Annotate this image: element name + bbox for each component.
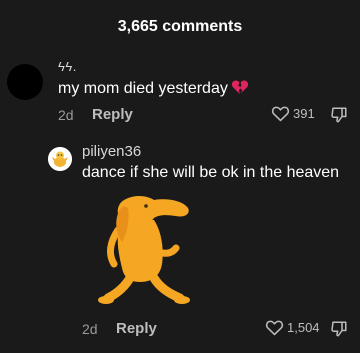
like-count: 391 xyxy=(293,106,315,121)
reply-reply-button[interactable]: Reply xyxy=(116,320,157,337)
heart-outline-icon xyxy=(271,106,290,122)
comment-text-label: my mom died yesterday xyxy=(58,80,228,97)
reply-username[interactable]: piliyen36 xyxy=(82,143,141,160)
comment-time: 2d xyxy=(58,107,74,123)
avatar[interactable] xyxy=(7,64,43,100)
like-button[interactable]: 391 xyxy=(271,105,315,122)
reply-button[interactable]: Reply xyxy=(92,106,133,123)
reply-like-count: 1,504 xyxy=(287,320,320,335)
reply-time: 2d xyxy=(82,321,98,337)
dancing-dog-sticker xyxy=(98,196,190,304)
comment-username[interactable]: ϟϟ. xyxy=(58,59,77,74)
dislike-icon[interactable] xyxy=(330,106,348,124)
reply-like-button[interactable]: 1,504 xyxy=(265,319,320,336)
reply-dislike-icon[interactable] xyxy=(330,320,348,338)
duck-avatar-icon xyxy=(48,147,72,171)
reply-text: dance if she will be ok in the heaven xyxy=(82,164,340,181)
heart-outline-icon xyxy=(265,320,284,336)
reply-avatar[interactable] xyxy=(48,147,72,171)
comment-count-title: 3,665 comments xyxy=(117,18,243,35)
comment-text: my mom died yesterday xyxy=(58,79,249,98)
broken-heart-icon xyxy=(231,80,248,95)
